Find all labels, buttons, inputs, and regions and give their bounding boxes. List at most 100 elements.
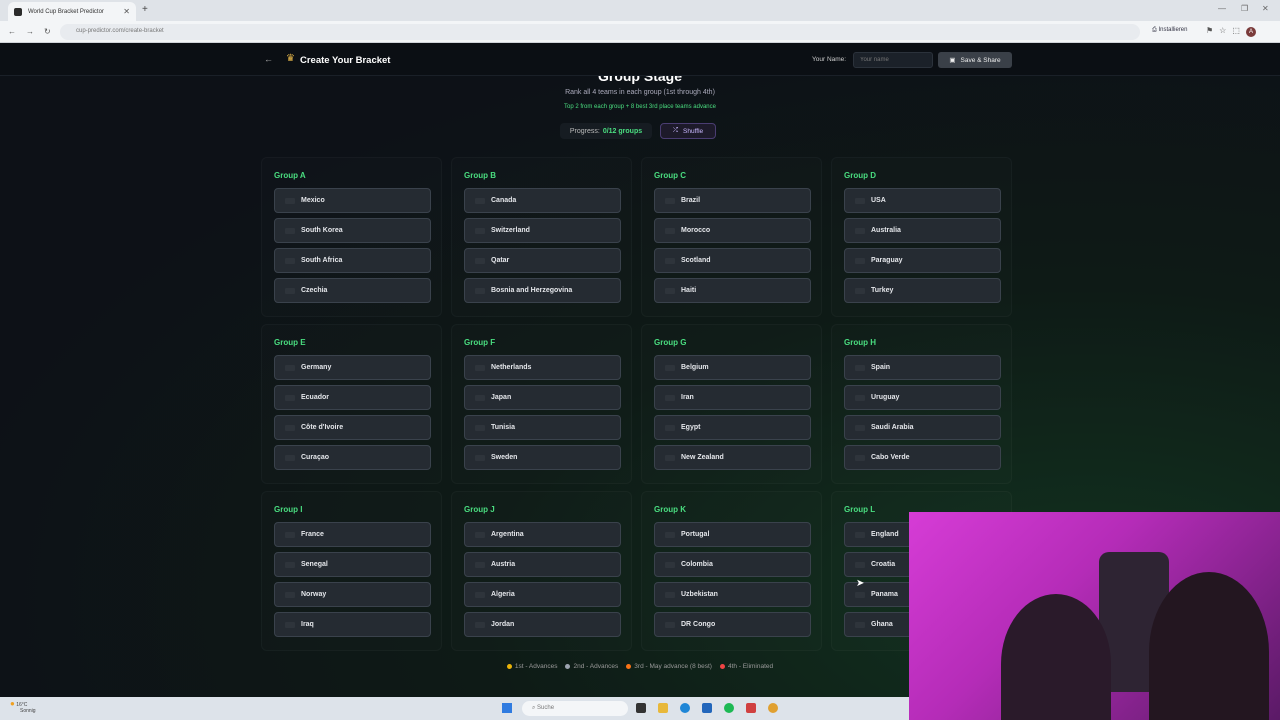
team-slot[interactable]: South Korea (274, 218, 431, 243)
browser-tab[interactable]: World Cup Bracket Predictor ✕ (8, 2, 136, 21)
team-name: Australia (871, 227, 901, 234)
weather-widget[interactable]: ● 16°C Sonnig (10, 699, 36, 715)
flag-icon (665, 531, 675, 538)
team-slot[interactable]: France (274, 522, 431, 547)
flag-icon (285, 591, 295, 598)
team-slot[interactable]: Canada (464, 188, 621, 213)
toolbar-extension-icons[interactable]: ⚑☆⬚ (1206, 26, 1246, 35)
team-slot[interactable]: Sweden (464, 445, 621, 470)
group-title: Group C (654, 171, 686, 180)
team-name: Tunisia (491, 424, 515, 431)
team-slot[interactable]: Brazil (654, 188, 811, 213)
team-slot[interactable]: USA (844, 188, 1001, 213)
flag-icon (285, 531, 295, 538)
team-slot[interactable]: Argentina (464, 522, 621, 547)
advance-note: Top 2 from each group + 8 best 3rd place… (564, 104, 716, 110)
team-slot[interactable]: Bosnia and Herzegovina (464, 278, 621, 303)
task-view-icon[interactable] (636, 703, 646, 713)
flag-icon (665, 454, 675, 461)
install-app-button[interactable]: ⎙ Installieren (1152, 27, 1187, 34)
team-slot[interactable]: Netherlands (464, 355, 621, 380)
team-name: Germany (301, 364, 332, 371)
team-slot[interactable]: Austria (464, 552, 621, 577)
flag-icon (285, 287, 295, 294)
team-slot[interactable]: Ecuador (274, 385, 431, 410)
team-slot[interactable]: Curaçao (274, 445, 431, 470)
app-icon[interactable] (746, 703, 756, 713)
trophy-icon: ♛ (286, 53, 295, 64)
team-slot[interactable]: Algeria (464, 582, 621, 607)
team-slot[interactable]: Saudi Arabia (844, 415, 1001, 440)
team-slot[interactable]: Iran (654, 385, 811, 410)
team-slot[interactable]: Mexico (274, 188, 431, 213)
close-tab-icon[interactable]: ✕ (123, 7, 130, 16)
team-slot[interactable]: New Zealand (654, 445, 811, 470)
team-slot[interactable]: Jordan (464, 612, 621, 637)
team-name: Spain (871, 364, 891, 371)
progress-indicator: Progress: 0/12 groups (560, 123, 652, 139)
team-slot[interactable]: Switzerland (464, 218, 621, 243)
team-slot[interactable]: South Africa (274, 248, 431, 273)
team-slot[interactable]: Scotland (654, 248, 811, 273)
team-slot[interactable]: Spain (844, 355, 1001, 380)
flag-icon (665, 197, 675, 204)
team-slot[interactable]: Germany (274, 355, 431, 380)
file-explorer-icon[interactable] (658, 703, 668, 713)
flag-icon (285, 227, 295, 234)
team-slot[interactable]: Haiti (654, 278, 811, 303)
team-slot[interactable]: Czechia (274, 278, 431, 303)
store-icon[interactable] (702, 703, 712, 713)
team-slot[interactable]: Tunisia (464, 415, 621, 440)
group-card: Group A Mexico South Korea South Africa Czec… (261, 157, 442, 317)
team-slot[interactable]: Senegal (274, 552, 431, 577)
team-slot[interactable]: Côte d'Ivoire (274, 415, 431, 440)
flag-icon (855, 227, 865, 234)
team-name: Austria (491, 561, 516, 568)
spotify-icon[interactable] (724, 703, 734, 713)
shuffle-button[interactable]: ⤮ Shuffle (660, 123, 716, 139)
name-input[interactable] (853, 52, 933, 68)
legend-item: 4th - Eliminated (719, 663, 773, 670)
taskbar-search[interactable]: ⌕ Suche (522, 701, 628, 716)
team-slot[interactable]: Qatar (464, 248, 621, 273)
team-slot[interactable]: Iraq (274, 612, 431, 637)
flag-icon (475, 227, 485, 234)
group-title: Group G (654, 338, 687, 347)
site-favicon-icon (14, 7, 22, 16)
team-slot[interactable]: Australia (844, 218, 1001, 243)
edge-icon[interactable] (680, 703, 690, 713)
address-bar[interactable]: cup-predictor.com/create-bracket (60, 24, 1140, 40)
save-share-button[interactable]: ▣ Save & Share (938, 52, 1012, 68)
team-slot[interactable]: Cabo Verde (844, 445, 1001, 470)
profile-avatar[interactable]: A (1246, 27, 1256, 37)
shuffle-icon: ⤮ (672, 127, 679, 134)
save-icon: ▣ (949, 57, 956, 64)
new-tab-icon[interactable]: + (142, 4, 148, 15)
back-nav-icon[interactable]: ← (8, 27, 16, 36)
team-slot[interactable]: Portugal (654, 522, 811, 547)
team-slot[interactable]: Turkey (844, 278, 1001, 303)
team-slot[interactable]: DR Congo (654, 612, 811, 637)
chrome-icon[interactable] (768, 703, 778, 713)
sun-icon: ● (10, 699, 15, 708)
windows-start-icon[interactable] (502, 703, 512, 713)
browser-toolbar: ← → ↻ cup-predictor.com/create-bracket ⎙… (0, 21, 1280, 43)
team-slot[interactable]: Egypt (654, 415, 811, 440)
team-slot[interactable]: Uzbekistan (654, 582, 811, 607)
team-slot[interactable]: Paraguay (844, 248, 1001, 273)
team-slot[interactable]: Norway (274, 582, 431, 607)
team-slot[interactable]: Japan (464, 385, 621, 410)
close-window-icon[interactable]: ✕ (1262, 4, 1269, 13)
flag-icon (475, 197, 485, 204)
minimize-icon[interactable]: — (1218, 4, 1226, 13)
maximize-icon[interactable]: ❐ (1241, 4, 1248, 13)
team-slot[interactable]: Uruguay (844, 385, 1001, 410)
team-slot[interactable]: Belgium (654, 355, 811, 380)
forward-nav-icon[interactable]: → (26, 27, 34, 36)
back-arrow-icon[interactable]: ← (264, 54, 273, 64)
team-name: Bosnia and Herzegovina (491, 287, 573, 294)
reload-icon[interactable]: ↻ (44, 27, 51, 36)
team-slot[interactable]: Morocco (654, 218, 811, 243)
group-title: Group A (274, 171, 306, 180)
team-slot[interactable]: Colombia (654, 552, 811, 577)
